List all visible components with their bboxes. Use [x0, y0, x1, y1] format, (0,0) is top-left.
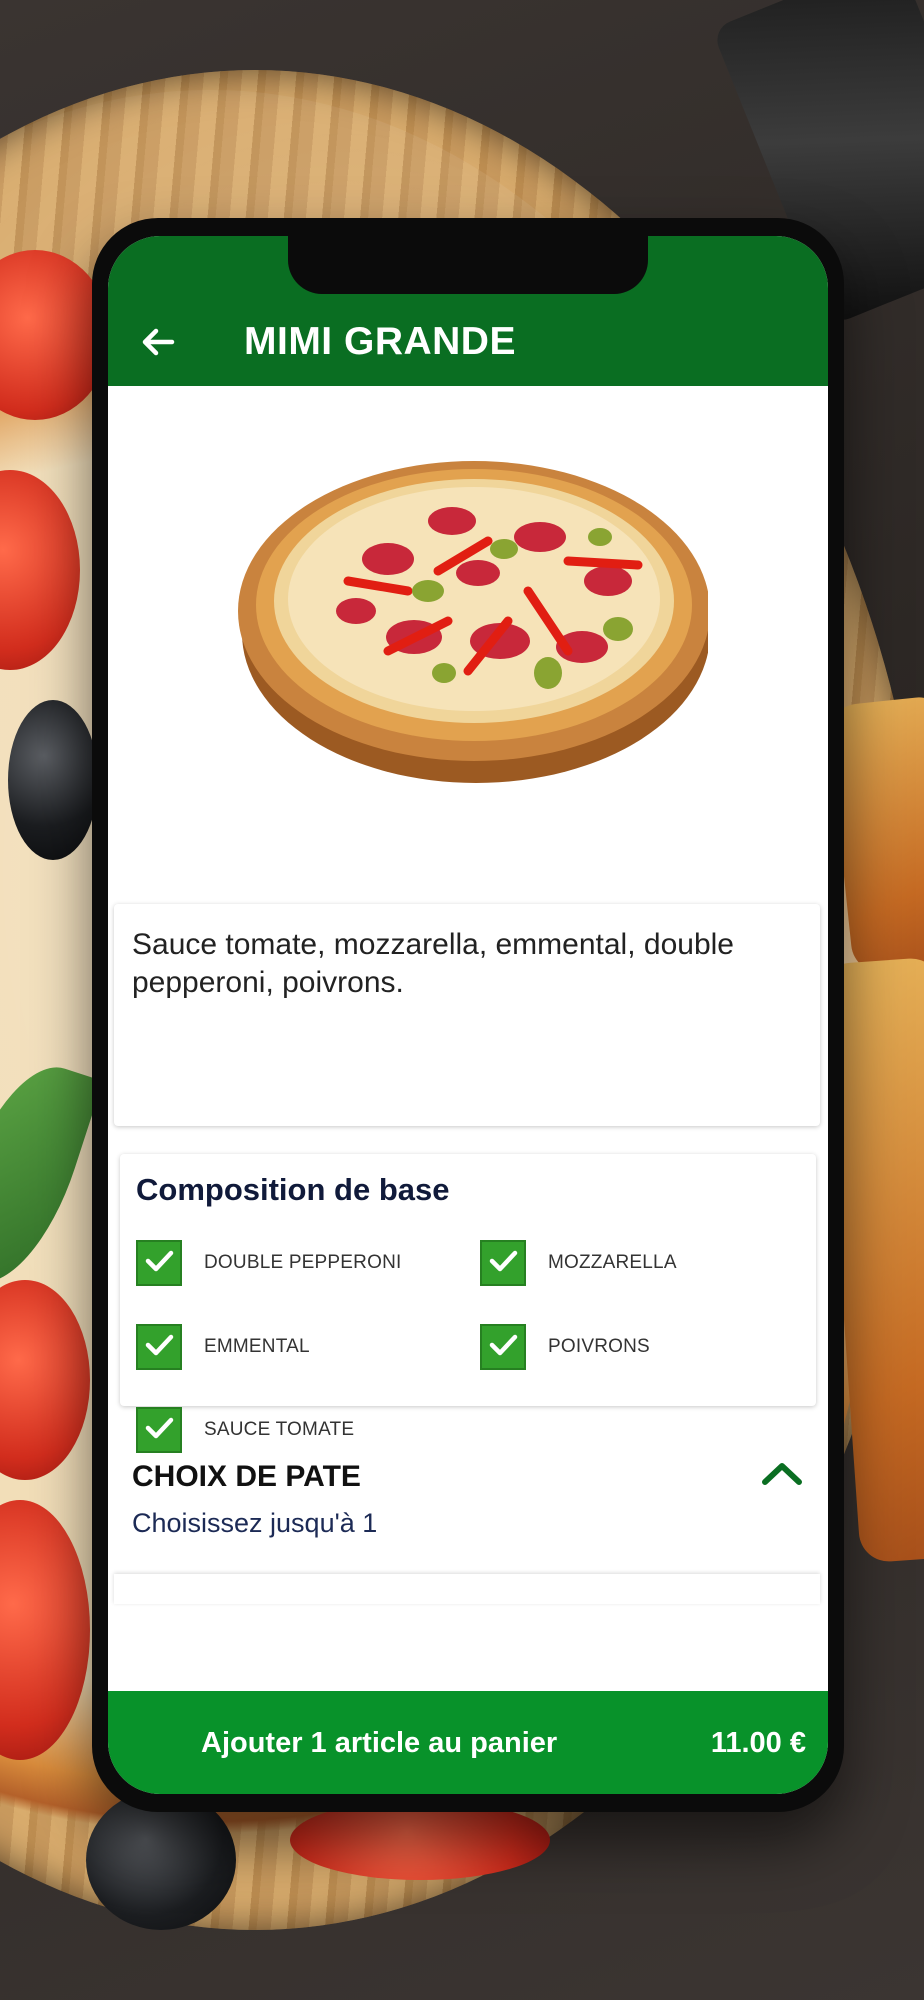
cart-price: 11.00 € [710, 1727, 806, 1759]
pizza-image [238, 441, 710, 786]
checkbox-box[interactable] [136, 1240, 182, 1286]
back-button[interactable] [128, 314, 188, 374]
description-card: Sauce tomate, mozzarella, emmental, doub… [114, 904, 820, 1126]
checkbox-label: EMMENTAL [204, 1336, 310, 1357]
checkbox-box[interactable] [136, 1324, 182, 1370]
tomato-slice [290, 1800, 550, 1880]
check-icon [487, 1245, 519, 1282]
pate-options-card [114, 1574, 820, 1604]
composition-title: Composition de base [136, 1172, 450, 1207]
pate-subtitle: Choisissez jusqu'à 1 [132, 1508, 378, 1538]
add-to-cart-label: Ajouter 1 article au panier [201, 1727, 558, 1759]
checkbox-double-pepperoni[interactable]: DOUBLE PEPPERONI [136, 1240, 401, 1286]
checkbox-poivrons[interactable]: POIVRONS [480, 1324, 650, 1370]
check-icon [487, 1329, 519, 1366]
app-screen: MIMI GRANDE Sauce tomate, mozzarella, em… [108, 236, 828, 1794]
checkbox-mozzarella[interactable]: MOZZARELLA [480, 1240, 677, 1286]
phone-notch [288, 236, 648, 294]
olive [8, 700, 98, 860]
product-content: Sauce tomate, mozzarella, emmental, doub… [108, 386, 828, 1686]
checkbox-box[interactable] [480, 1240, 526, 1286]
checkbox-emmental[interactable]: EMMENTAL [136, 1324, 310, 1370]
pate-title: CHOIX DE PATE [132, 1460, 361, 1493]
check-icon [143, 1329, 175, 1366]
add-to-cart-button[interactable]: Ajouter 1 article au panier 11.00 € [108, 1691, 828, 1794]
checkbox-label: DOUBLE PEPPERONI [204, 1252, 402, 1273]
product-description: Sauce tomate, mozzarella, emmental, doub… [132, 928, 734, 999]
phone-frame: MIMI GRANDE Sauce tomate, mozzarella, em… [92, 218, 844, 1812]
checkbox-label: POIVRONS [548, 1336, 650, 1357]
composition-card: Composition de base DOUBLE PEPPERONI MOZ… [120, 1154, 816, 1453]
chevron-up-icon[interactable] [760, 1458, 804, 1493]
pate-section-header[interactable]: CHOIX DE PATE [108, 1418, 828, 1506]
arrow-left-icon [138, 322, 178, 367]
check-icon [143, 1245, 175, 1282]
checkbox-box[interactable] [480, 1324, 526, 1370]
checkbox-label: MOZZARELLA [548, 1252, 677, 1273]
page-title: MIMI GRANDE [244, 320, 516, 363]
